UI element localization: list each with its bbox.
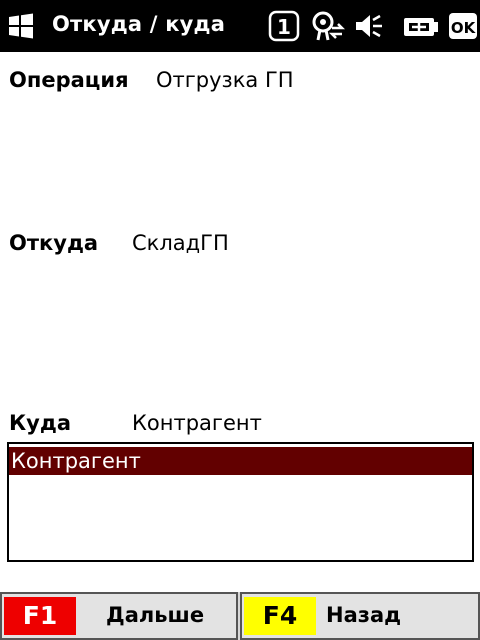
title-bar: Откуда / куда 1 OK	[0, 0, 480, 52]
window-title: Откуда / куда	[52, 12, 226, 36]
f1-key-badge: F1	[4, 597, 76, 635]
operation-label: Операция	[9, 68, 129, 92]
ok-label: OK	[451, 19, 477, 37]
to-label: Куда	[9, 411, 71, 435]
volume-muted-icon[interactable]	[352, 10, 384, 42]
f4-key-badge: F4	[244, 597, 316, 635]
next-button-label: Дальше	[106, 603, 205, 627]
connectivity-icon[interactable]	[310, 10, 346, 42]
back-button-label: Назад	[326, 603, 402, 627]
from-label: Откуда	[9, 231, 99, 255]
battery-charging-icon[interactable]	[400, 10, 440, 42]
next-button[interactable]: F1 Дальше	[0, 592, 238, 640]
windows-logo-icon[interactable]	[8, 13, 34, 39]
ok-icon[interactable]: OK	[448, 10, 478, 42]
notification-one-icon[interactable]: 1	[268, 10, 300, 42]
back-button[interactable]: F4 Назад	[240, 592, 480, 640]
list-item-selected[interactable]: Контрагент	[9, 447, 472, 475]
function-button-bar: F1 Дальше F4 Назад	[0, 592, 480, 640]
operation-value: Отгрузка ГП	[156, 68, 294, 92]
notification-count: 1	[277, 15, 291, 39]
from-value: СкладГП	[132, 231, 229, 255]
destination-listbox[interactable]: Контрагент	[7, 442, 474, 562]
to-value: Контрагент	[132, 411, 262, 435]
